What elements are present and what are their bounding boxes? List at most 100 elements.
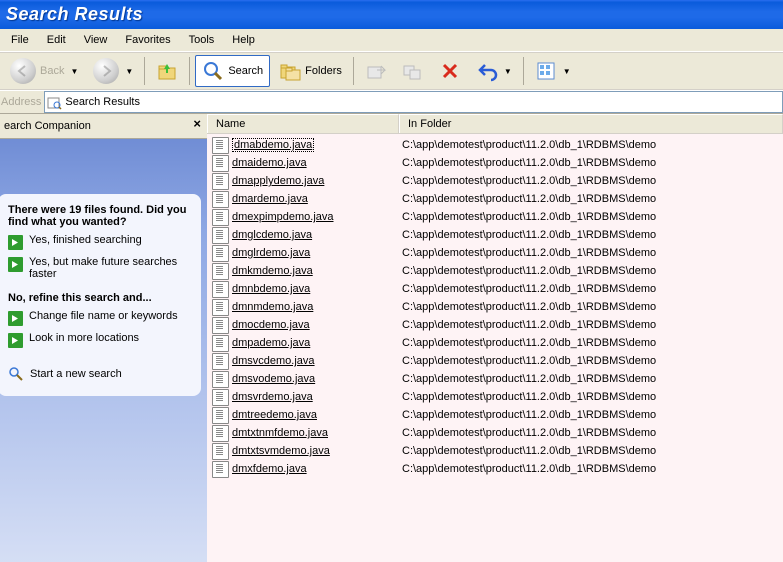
file-folder: C:\app\demotest\product\11.2.0\db_1\RDBM… (402, 409, 783, 421)
table-row[interactable]: dmglrdemo.javaC:\app\demotest\product\11… (207, 244, 783, 262)
file-name: dmkmdemo.java (232, 265, 313, 277)
file-folder: C:\app\demotest\product\11.2.0\db_1\RDBM… (402, 355, 783, 367)
body: earch Companion × There were 19 files fo… (0, 114, 783, 562)
option-change-label: Change file name or keywords (29, 310, 178, 322)
menu-help[interactable]: Help (223, 31, 264, 49)
folders-button[interactable]: Folders (273, 56, 348, 86)
file-name: dmsvodemo.java (232, 373, 315, 385)
copy-to-icon (402, 60, 424, 82)
search-companion-pane: earch Companion × There were 19 files fo… (0, 114, 207, 562)
file-icon (212, 263, 229, 280)
copy-to-button[interactable] (396, 56, 430, 86)
table-row[interactable]: dmexpimpdemo.javaC:\app\demotest\product… (207, 208, 783, 226)
address-input[interactable]: Search Results (44, 91, 783, 113)
table-row[interactable]: dmxfdemo.javaC:\app\demotest\product\11.… (207, 460, 783, 478)
toolbar-separator (189, 57, 190, 85)
file-folder: C:\app\demotest\product\11.2.0\db_1\RDBM… (402, 301, 783, 313)
move-to-button[interactable] (359, 56, 393, 86)
table-row[interactable]: dmsvodemo.java C:\app\demotest\product\11… (207, 370, 783, 388)
file-name: dmsvcdemo.java (232, 355, 315, 367)
companion-panel: There were 19 files found. Did you find … (0, 194, 201, 396)
companion-header: earch Companion × (0, 114, 207, 139)
table-row[interactable]: dmnbdemo.javaC:\app\demotest\product\11.… (207, 280, 783, 298)
file-icon (212, 461, 229, 478)
file-name: dmnbdemo.java (232, 283, 310, 295)
menu-favorites[interactable]: Favorites (116, 31, 179, 49)
companion-title: earch Companion (4, 120, 91, 132)
file-icon (212, 335, 229, 352)
address-bar: Address Search Results (0, 90, 783, 114)
table-row[interactable]: dmkmdemo.java C:\app\demotest\product\11.… (207, 262, 783, 280)
forward-dropdown[interactable]: ▼ (125, 67, 133, 76)
option-change-name[interactable]: Change file name or keywords (8, 310, 193, 326)
menu-bar: File Edit View Favorites Tools Help (0, 29, 783, 52)
file-folder: C:\app\demotest\product\11.2.0\db_1\RDBM… (402, 445, 783, 457)
table-row[interactable]: dmsvcdemo.java C:\app\demotest\product\11… (207, 352, 783, 370)
views-dropdown[interactable]: ▼ (563, 67, 571, 76)
col-header-name[interactable]: Name (207, 114, 399, 133)
file-folder: C:\app\demotest\product\11.2.0\db_1\RDBM… (402, 193, 783, 205)
search-icon (8, 366, 24, 382)
option-more-locations[interactable]: Look in more locations (8, 332, 193, 348)
file-folder: C:\app\demotest\product\11.2.0\db_1\RDBM… (402, 139, 783, 151)
file-folder: C:\app\demotest\product\11.2.0\db_1\RDBM… (402, 373, 783, 385)
menu-tools[interactable]: Tools (180, 31, 224, 49)
search-label: Search (228, 65, 263, 77)
table-row[interactable]: dmtxtnmfdemo.javaC:\app\demotest\product… (207, 424, 783, 442)
file-folder: C:\app\demotest\product\11.2.0\db_1\RDBM… (402, 337, 783, 349)
option-faster-label: Yes, but make future searches faster (29, 256, 193, 280)
folders-label: Folders (305, 65, 342, 77)
back-dropdown[interactable]: ▼ (70, 67, 78, 76)
file-icon (212, 371, 229, 388)
folders-icon (279, 60, 301, 82)
close-icon[interactable]: × (193, 116, 201, 131)
table-row[interactable]: dmtxtsvmdemo.javaC:\app\demotest\product… (207, 442, 783, 460)
back-icon (10, 58, 36, 84)
table-row[interactable]: dmaidemo.javaC:\app\demotest\product\11.… (207, 154, 783, 172)
forward-icon (93, 58, 119, 84)
option-yes-label: Yes, finished searching (29, 234, 142, 246)
menu-view[interactable]: View (75, 31, 117, 49)
undo-button[interactable]: ▼ (470, 56, 518, 86)
views-button[interactable]: ▼ (529, 56, 577, 86)
file-folder: C:\app\demotest\product\11.2.0\db_1\RDBM… (402, 265, 783, 277)
option-more-label: Look in more locations (29, 332, 139, 344)
start-new-search[interactable]: Start a new search (8, 366, 193, 382)
file-folder: C:\app\demotest\product\11.2.0\db_1\RDBM… (402, 319, 783, 331)
table-row[interactable]: dmabdemo.javaC:\app\demotest\product\11.… (207, 136, 783, 154)
views-icon (535, 60, 557, 82)
up-button[interactable] (150, 56, 184, 86)
table-row[interactable]: dmtreedemo.javaC:\app\demotest\product\1… (207, 406, 783, 424)
table-row[interactable]: dmardemo.javaC:\app\demotest\product\11.… (207, 190, 783, 208)
undo-dropdown[interactable]: ▼ (504, 67, 512, 76)
refine-heading: No, refine this search and... (8, 292, 193, 304)
option-make-faster[interactable]: Yes, but make future searches faster (8, 256, 193, 280)
file-icon (212, 299, 229, 316)
file-name: dmocdemo.java (232, 319, 310, 331)
option-yes-finished[interactable]: Yes, finished searching (8, 234, 193, 250)
table-row[interactable]: dmnmdemo.javaC:\app\demotest\product\11.… (207, 298, 783, 316)
table-row[interactable]: dmsvrdemo.java C:\app\demotest\product\11… (207, 388, 783, 406)
file-folder: C:\app\demotest\product\11.2.0\db_1\RDBM… (402, 463, 783, 475)
search-result-icon (47, 95, 62, 110)
up-folder-icon (156, 60, 178, 82)
forward-button[interactable]: ▼ (87, 56, 139, 86)
menu-edit[interactable]: Edit (38, 31, 75, 49)
table-row[interactable]: dmpademo.javaC:\app\demotest\product\11.… (207, 334, 783, 352)
file-icon (212, 389, 229, 406)
table-row[interactable]: dmocdemo.java C:\app\demotest\product\11.… (207, 316, 783, 334)
file-icon (212, 443, 229, 460)
col-header-folder[interactable]: In Folder (399, 114, 783, 133)
file-icon (212, 353, 229, 370)
back-button[interactable]: Back ▼ (4, 56, 84, 86)
menu-file[interactable]: File (2, 31, 38, 49)
file-name: dmsvrdemo.java (232, 391, 313, 403)
table-row[interactable]: dmapplydemo.javaC:\app\demotest\product\… (207, 172, 783, 190)
file-folder: C:\app\demotest\product\11.2.0\db_1\RDBM… (402, 391, 783, 403)
search-button[interactable]: Search (195, 55, 270, 87)
file-name: dmexpimpdemo.java (232, 211, 334, 223)
delete-button[interactable] (433, 56, 467, 86)
table-row[interactable]: dmglcdemo.javaC:\app\demotest\product\11… (207, 226, 783, 244)
file-icon (212, 209, 229, 226)
results-rows[interactable]: dmabdemo.javaC:\app\demotest\product\11.… (207, 134, 783, 562)
